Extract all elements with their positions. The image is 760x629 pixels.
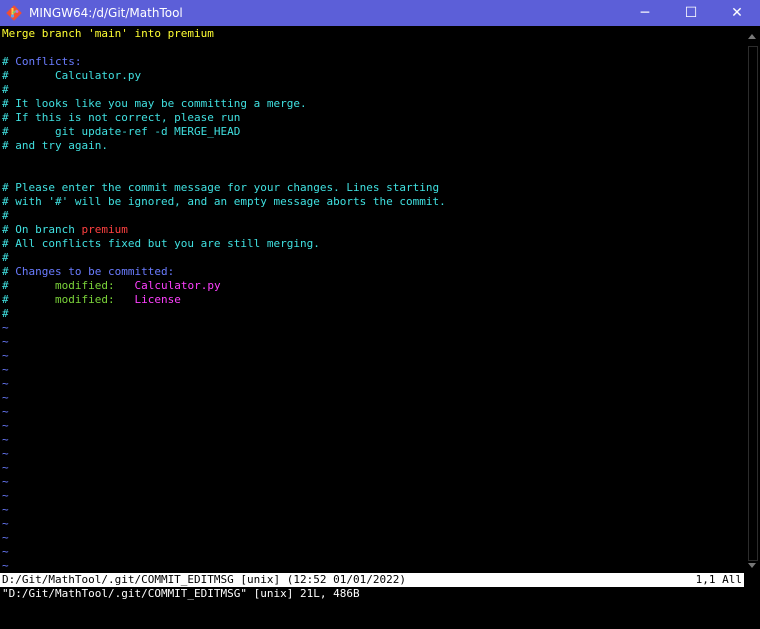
vim-status-line: D:/Git/MathTool/.git/COMMIT_EDITMSG [uni… xyxy=(0,573,744,587)
empty-line-tilde: ~ xyxy=(2,433,9,446)
editor-text-segment: premium xyxy=(81,223,128,236)
editor-line: # If this is not correct, please run xyxy=(2,111,744,125)
scroll-up-arrow-icon[interactable] xyxy=(748,34,756,39)
editor-text-segment: # xyxy=(2,293,55,306)
editor-line: # xyxy=(2,307,744,321)
editor-text-segment: # All conflicts fixed but you are still … xyxy=(2,237,320,250)
empty-line-tilde: ~ xyxy=(2,377,9,390)
editor-text-segment: modified: xyxy=(54,293,135,306)
empty-line-tilde: ~ xyxy=(2,419,9,432)
editor-line: # Changes to be committed: xyxy=(2,265,744,279)
editor-buffer[interactable]: Merge branch 'main' into premium # Confli… xyxy=(2,27,744,587)
close-icon: ✕ xyxy=(731,5,743,21)
editor-text-segment: # On branch xyxy=(2,223,82,236)
editor-line: # Conflicts: xyxy=(2,55,744,69)
empty-line-tilde: ~ xyxy=(2,517,9,530)
empty-line-tilde: ~ xyxy=(2,545,9,558)
editor-text-segment: # xyxy=(2,251,9,264)
editor-line: # xyxy=(2,83,744,97)
editor-line: Merge branch 'main' into premium xyxy=(2,27,744,41)
editor-line: # Calculator.py xyxy=(2,69,744,83)
editor-line: # Please enter the commit message for yo… xyxy=(2,181,744,195)
empty-line-tilde: ~ xyxy=(2,559,9,572)
editor-line: # and try again. xyxy=(2,139,744,153)
empty-line-tilde: ~ xyxy=(2,489,9,502)
editor-text-segment: Merge branch 'main' into premium xyxy=(2,27,214,40)
editor-text-segment: # xyxy=(2,55,16,68)
editor-text-segment: # xyxy=(2,279,55,292)
editor-text-segment: # with '#' will be ignored, and an empty… xyxy=(2,195,446,208)
empty-line-tilde: ~ xyxy=(2,475,9,488)
editor-text-segment: # and try again. xyxy=(2,139,108,152)
editor-line: # xyxy=(2,251,744,265)
editor-line: # xyxy=(2,209,744,223)
minimize-icon: ─ xyxy=(640,5,650,21)
vertical-scrollbar[interactable] xyxy=(745,26,760,574)
editor-text-segment: # xyxy=(2,307,9,320)
status-cursor-position: 1,1 All xyxy=(695,573,742,586)
editor-text-segment: # xyxy=(2,265,16,278)
editor-line: # On branch premium xyxy=(2,223,744,237)
close-button[interactable]: ✕ xyxy=(714,0,760,26)
editor-text-segment: Calculator.py xyxy=(134,279,221,292)
editor-text-segment: # xyxy=(2,209,9,222)
empty-line-tilde: ~ xyxy=(2,405,9,418)
empty-line-tilde: ~ xyxy=(2,349,9,362)
editor-line: # git update-ref -d MERGE_HEAD xyxy=(2,125,744,139)
empty-line-tilde: ~ xyxy=(2,531,9,544)
scroll-down-arrow-icon[interactable] xyxy=(748,563,756,568)
minimize-button[interactable]: ─ xyxy=(622,0,668,26)
editor-text-segment: Conflicts: xyxy=(15,55,82,68)
git-logo-icon xyxy=(5,4,23,22)
title-bar[interactable]: MINGW64:/d/Git/MathTool ─ ☐ ✕ xyxy=(0,0,760,26)
status-file-info: D:/Git/MathTool/.git/COMMIT_EDITMSG [uni… xyxy=(2,573,406,586)
maximize-icon: ☐ xyxy=(684,5,698,21)
scrollbar-thumb[interactable] xyxy=(748,46,758,561)
editor-line: # modified: Calculator.py xyxy=(2,279,744,293)
editor-text-segment: # xyxy=(2,83,9,96)
editor-line: # It looks like you may be committing a … xyxy=(2,97,744,111)
empty-line-tilde: ~ xyxy=(2,335,9,348)
editor-text-segment: # It looks like you may be committing a … xyxy=(2,97,307,110)
empty-line-tilde: ~ xyxy=(2,321,9,334)
editor-text-segment: License xyxy=(134,293,181,306)
window-title: MINGW64:/d/Git/MathTool xyxy=(29,6,183,20)
editor-text-segment: # Please enter the commit message for yo… xyxy=(2,181,440,194)
editor-line: # with '#' will be ignored, and an empty… xyxy=(2,195,744,209)
empty-line-tilde: ~ xyxy=(2,363,9,376)
maximize-button[interactable]: ☐ xyxy=(668,0,714,26)
editor-text-segment: Changes to be committed: xyxy=(15,265,175,278)
editor-line: # modified: License xyxy=(2,293,744,307)
editor-text-segment: # If this is not correct, please run xyxy=(2,111,241,124)
empty-line-tilde: ~ xyxy=(2,391,9,404)
editor-text-segment: modified: xyxy=(54,279,135,292)
empty-line-tilde: ~ xyxy=(2,461,9,474)
vim-command-line[interactable]: "D:/Git/MathTool/.git/COMMIT_EDITMSG" [u… xyxy=(2,587,360,601)
terminal-window: MINGW64:/d/Git/MathTool ─ ☐ ✕ Merge bran… xyxy=(0,0,760,600)
empty-line-tilde: ~ xyxy=(2,503,9,516)
editor-line: # All conflicts fixed but you are still … xyxy=(2,237,744,251)
empty-line-tilde: ~ xyxy=(2,447,9,460)
editor-text-segment: # Calculator.py xyxy=(2,69,142,82)
editor-text-segment: # git update-ref -d MERGE_HEAD xyxy=(2,125,241,138)
